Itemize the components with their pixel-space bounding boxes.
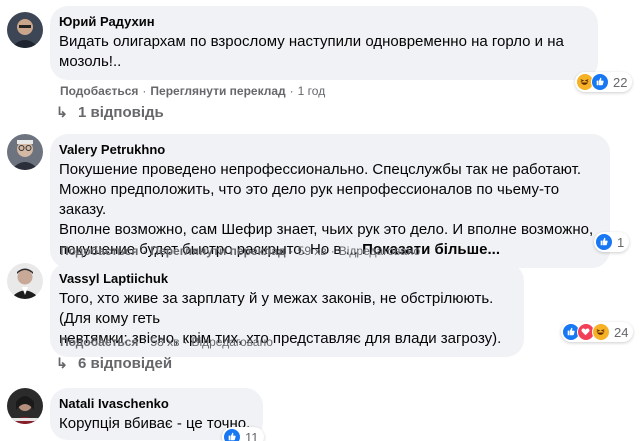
comment-actions: Подобається · Переглянути переклад · 1 год (60, 84, 326, 98)
comment-author[interactable]: Natali Ivaschenko (59, 396, 251, 412)
reply-arrow-icon: ↳ (56, 355, 68, 371)
view-replies-button[interactable]: ↳ 6 відповідей (56, 355, 172, 372)
comment-author[interactable]: Юрий Радухин (59, 14, 586, 30)
comment-time[interactable]: 58 хв (150, 335, 179, 349)
reaction-summary[interactable]: 1 (594, 232, 630, 252)
comment-time[interactable]: 59 хв (298, 244, 327, 258)
comment-actions: Подобається · 58 хв · Відредаговано (60, 335, 273, 349)
replies-count: 6 відповідей (78, 355, 173, 372)
like-button[interactable]: Подобається (60, 84, 138, 98)
reaction-count: 11 (245, 429, 259, 441)
reaction-count: 1 (617, 234, 625, 250)
like-button[interactable]: Подобається (60, 335, 138, 349)
comment-bubble: Юрий Радухин Видать олигархам по взросло… (50, 6, 598, 80)
edited-label[interactable]: Відредаговано (339, 244, 420, 258)
replies-count: 1 відповідь (78, 104, 164, 121)
reaction-summary[interactable]: 24 (561, 322, 634, 342)
reaction-summary[interactable]: 11 (222, 427, 264, 441)
comment-text: Видать олигархам по взрослому наступили … (59, 33, 564, 70)
like-reaction-icon (595, 233, 613, 251)
translate-button[interactable]: Переглянути переклад (150, 244, 285, 258)
reaction-summary[interactable]: 22 (575, 72, 633, 92)
comment-actions: Подобається · Переглянути переклад · 59 хв · В… (60, 244, 421, 258)
comment-author[interactable]: Vassyl Laptiichuk (59, 271, 512, 287)
reply-arrow-icon: ↳ (56, 104, 68, 120)
like-reaction-icon (591, 73, 609, 91)
avatar[interactable] (7, 388, 43, 424)
comment-text: Корупція вбиває - це точно. (59, 415, 251, 432)
reaction-count: 24 (614, 324, 629, 340)
view-replies-button[interactable]: ↳ 1 відповідь (56, 104, 164, 121)
haha-reaction-icon (592, 323, 610, 341)
translate-button[interactable]: Переглянути переклад (150, 84, 285, 98)
avatar[interactable] (7, 263, 43, 299)
edited-label[interactable]: Відредаговано (191, 335, 272, 349)
comment-time[interactable]: 1 год (298, 84, 326, 98)
comment-author[interactable]: Valery Petrukhno (59, 142, 598, 158)
avatar[interactable] (7, 12, 43, 48)
avatar[interactable] (7, 134, 43, 170)
like-reaction-icon (223, 428, 241, 441)
like-button[interactable]: Подобається (60, 244, 138, 258)
reaction-count: 22 (613, 74, 628, 90)
